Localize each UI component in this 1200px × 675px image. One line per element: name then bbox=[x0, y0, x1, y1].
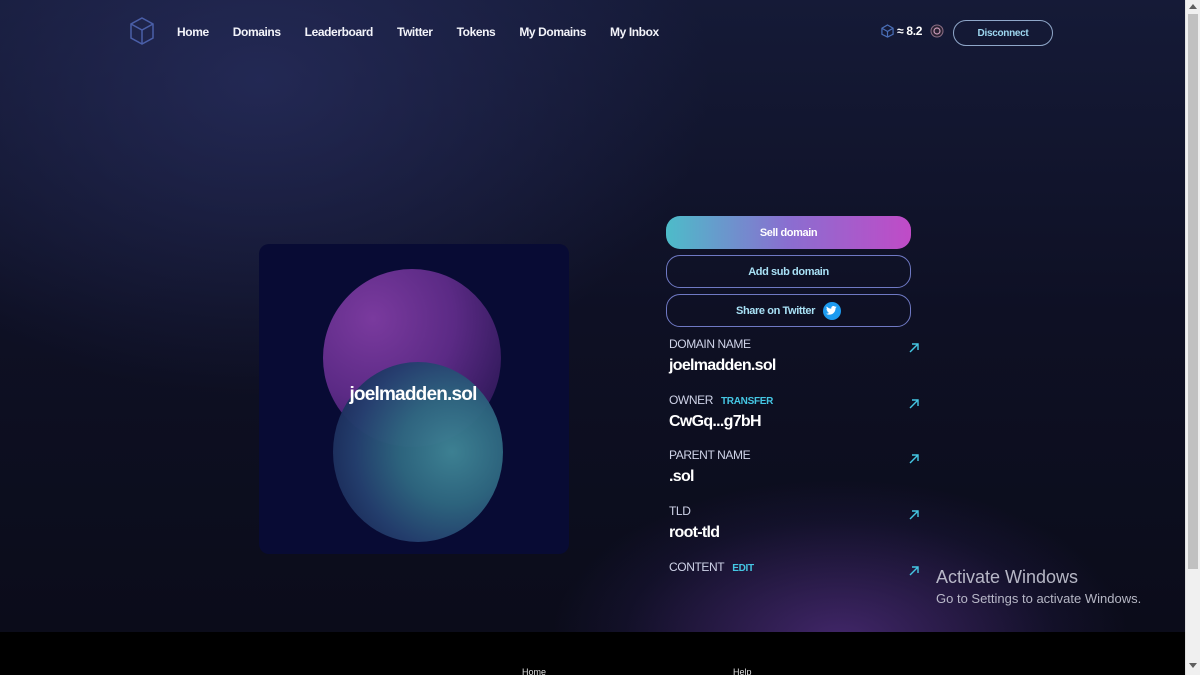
sell-domain-label: Sell domain bbox=[759, 226, 818, 239]
sell-domain-button[interactable]: Sell domain bbox=[666, 216, 911, 249]
external-link-icon[interactable] bbox=[907, 564, 921, 578]
scrollbar-thumb[interactable] bbox=[1188, 14, 1198, 569]
content-label: CONTENT bbox=[669, 560, 725, 574]
domain-name-label: DOMAIN NAME bbox=[669, 337, 751, 351]
transfer-link[interactable]: TRANSFER bbox=[721, 396, 773, 407]
edit-content-link[interactable]: EDIT bbox=[732, 563, 754, 574]
parent-name-value: .sol bbox=[669, 468, 694, 485]
nav-link-my-inbox[interactable]: My Inbox bbox=[610, 25, 659, 39]
footer-link-help[interactable]: Help bbox=[733, 667, 752, 675]
activate-windows-title: Activate Windows bbox=[936, 567, 1079, 587]
footer: Home Help bbox=[0, 632, 1185, 675]
external-link-icon[interactable] bbox=[907, 341, 921, 355]
scroll-down-arrow-icon[interactable] bbox=[1189, 663, 1197, 668]
nav-link-domains[interactable]: Domains bbox=[233, 25, 281, 39]
page: Home Domains Leaderboard Twitter Tokens … bbox=[0, 0, 1185, 632]
external-link-icon[interactable] bbox=[907, 508, 921, 522]
wallet-balance: ≈ 8.2 bbox=[881, 24, 944, 38]
cube-icon bbox=[881, 24, 894, 38]
owner-label-wrap: OWNER TRANSFER bbox=[669, 393, 773, 407]
nav-link-twitter[interactable]: Twitter bbox=[397, 25, 433, 39]
vertical-scrollbar[interactable] bbox=[1185, 0, 1200, 675]
disconnect-button[interactable]: Disconnect bbox=[953, 20, 1053, 46]
nav-link-home[interactable]: Home bbox=[177, 25, 209, 39]
tld-value: root-tld bbox=[669, 524, 720, 541]
add-sub-domain-label: Add sub domain bbox=[748, 265, 829, 278]
share-on-twitter-label: Share on Twitter bbox=[736, 304, 815, 317]
domain-card: joelmadden.sol bbox=[259, 244, 569, 554]
tld-label: TLD bbox=[669, 504, 691, 518]
footer-link-home[interactable]: Home bbox=[522, 667, 546, 675]
nav-link-tokens[interactable]: Tokens bbox=[457, 25, 496, 39]
cube-logo-icon[interactable] bbox=[130, 17, 154, 45]
balance-amount: ≈ 8.2 bbox=[897, 24, 923, 38]
content-label-wrap: CONTENT EDIT bbox=[669, 560, 754, 574]
parent-name-label: PARENT NAME bbox=[669, 448, 751, 462]
token-coin-icon bbox=[930, 24, 944, 38]
domain-name-row: DOMAIN NAME joelmadden.sol bbox=[669, 337, 921, 387]
nav-links: Home Domains Leaderboard Twitter Tokens … bbox=[177, 25, 683, 39]
twitter-bird-icon bbox=[822, 301, 841, 320]
external-link-icon[interactable] bbox=[907, 397, 921, 411]
nav-link-my-domains[interactable]: My Domains bbox=[519, 25, 586, 39]
tld-row: TLD root-tld bbox=[669, 504, 921, 554]
owner-label: OWNER bbox=[669, 393, 713, 407]
owner-row: OWNER TRANSFER CwGq...g7bH bbox=[669, 393, 921, 443]
activate-windows-subtitle: Go to Settings to activate Windows. bbox=[936, 591, 1142, 606]
content-row: CONTENT EDIT bbox=[669, 560, 921, 610]
activate-windows-watermark: Activate Windows Go to Settings to activ… bbox=[936, 567, 1141, 606]
owner-value: CwGq...g7bH bbox=[669, 413, 762, 430]
external-link-icon[interactable] bbox=[907, 452, 921, 466]
navbar: Home Domains Leaderboard Twitter Tokens … bbox=[130, 17, 1053, 47]
domain-name-value: joelmadden.sol bbox=[669, 357, 776, 374]
card-domain-name: joelmadden.sol bbox=[349, 384, 477, 405]
nav-link-leaderboard[interactable]: Leaderboard bbox=[305, 25, 374, 39]
add-sub-domain-button[interactable]: Add sub domain bbox=[666, 255, 911, 288]
share-on-twitter-button[interactable]: Share on Twitter bbox=[666, 294, 911, 327]
parent-name-row: PARENT NAME .sol bbox=[669, 448, 921, 498]
scroll-up-arrow-icon[interactable] bbox=[1189, 4, 1197, 9]
